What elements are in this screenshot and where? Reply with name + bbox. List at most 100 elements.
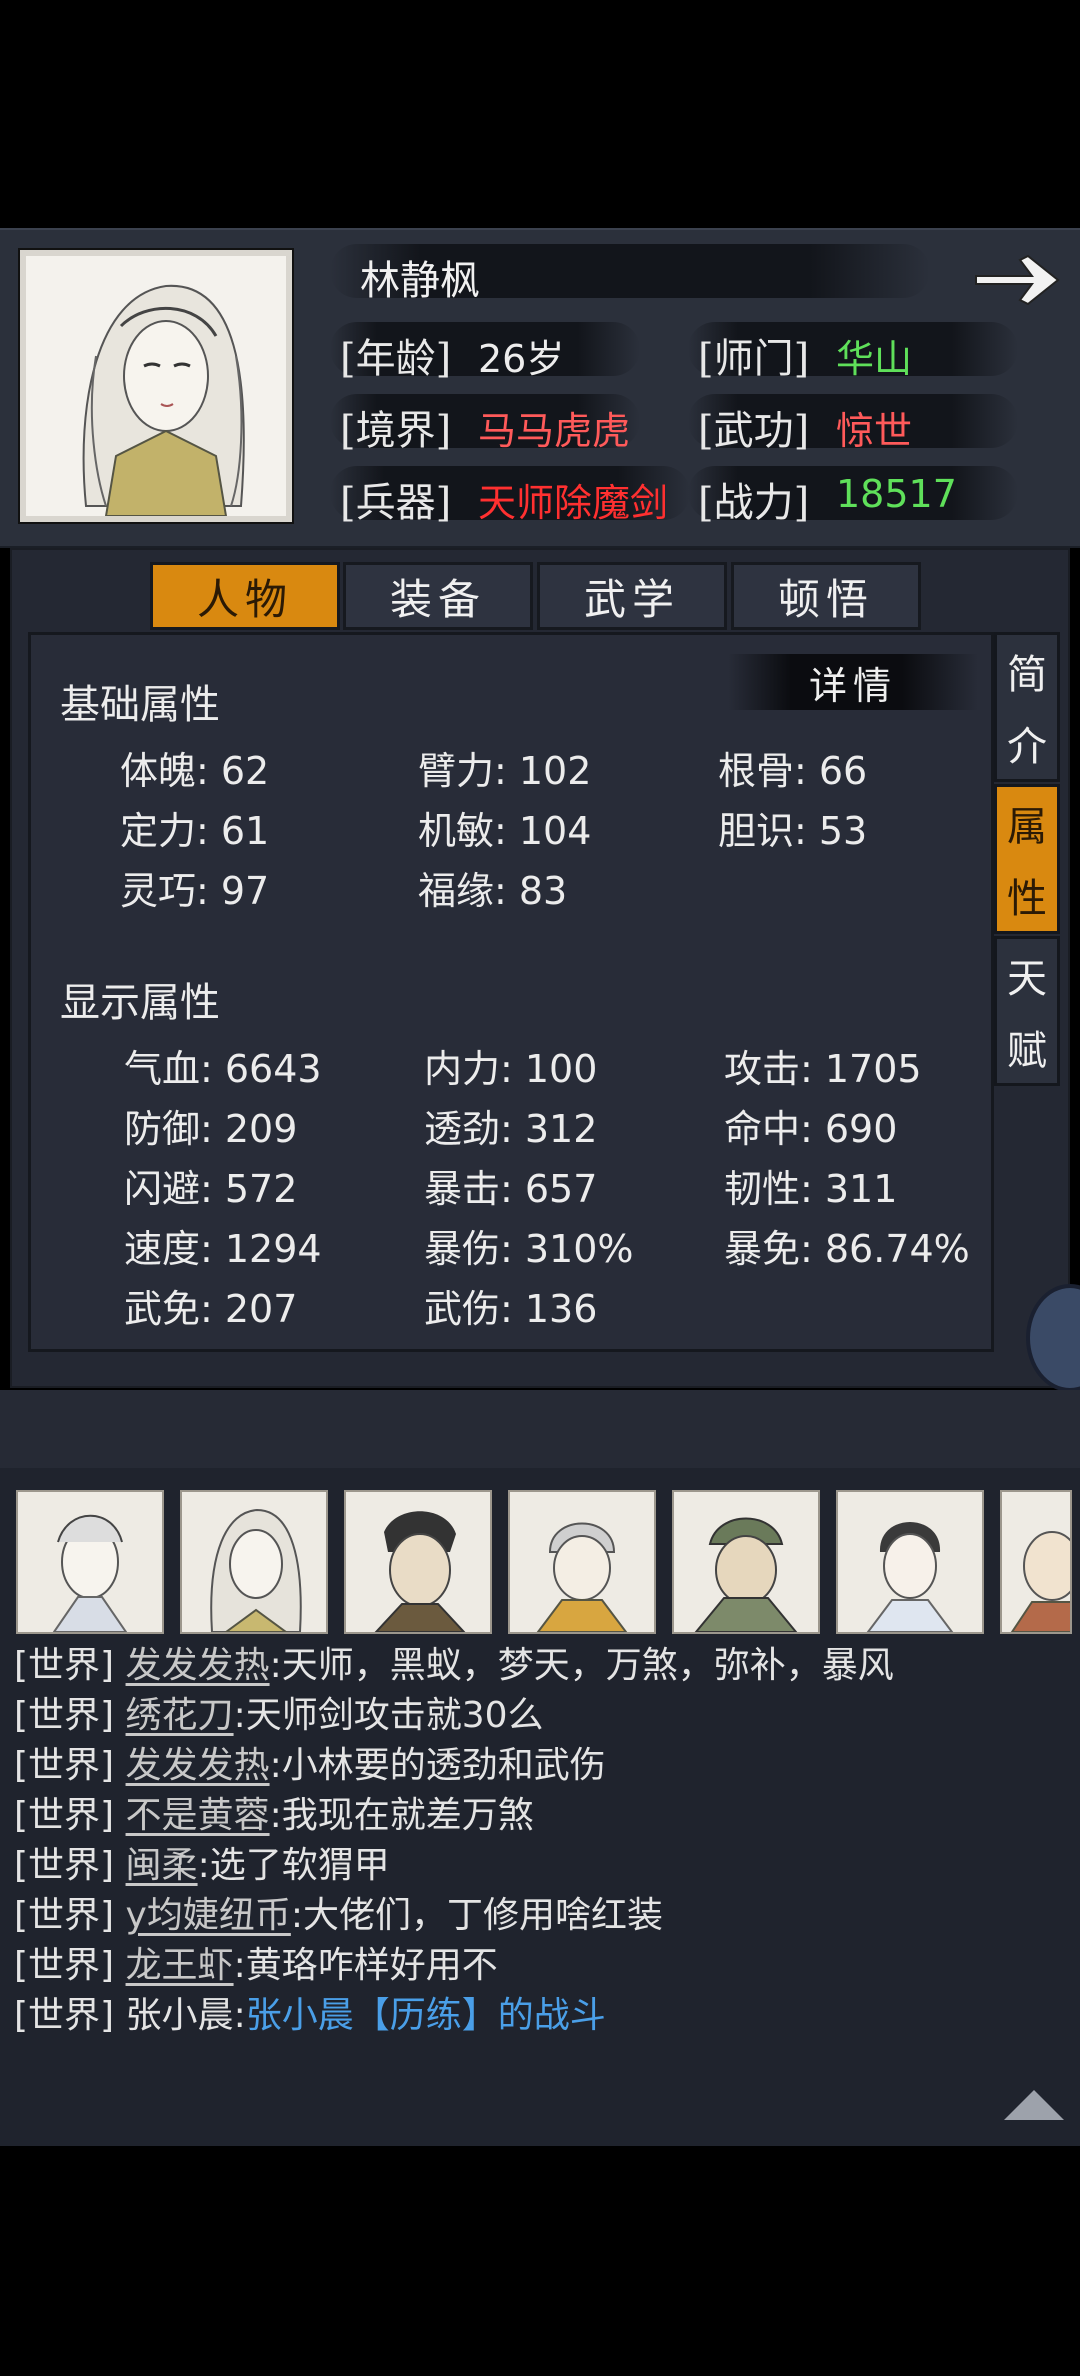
attr-value: 灵巧: 97: [120, 869, 270, 913]
sect-label: [师门]: [698, 336, 810, 382]
side-tab-intro[interactable]: 简 介: [994, 632, 1060, 782]
tab-character[interactable]: 人物: [150, 562, 340, 630]
attr-value: 暴击: 657: [424, 1167, 598, 1211]
team-avatar[interactable]: [344, 1490, 492, 1634]
weapon-label: [兵器]: [340, 480, 452, 526]
chat-message: [世界] 发发发热:小林要的透劲和武伤: [14, 1736, 606, 1788]
portrait-image-icon: [26, 256, 286, 517]
realm-value: 马马虎虎: [478, 409, 631, 453]
chat-username[interactable]: 闽柔: [126, 1845, 198, 1886]
chat-channel: [世界]: [14, 1645, 115, 1686]
chat-channel: [世界]: [14, 1945, 115, 1986]
attr-value: 防御: 209: [124, 1107, 298, 1151]
display-attributes-title: 显示属性: [60, 980, 220, 1026]
side-tab-talent[interactable]: 天 赋: [994, 936, 1060, 1086]
basic-attributes-title: 基础属性: [60, 682, 220, 728]
chat-username[interactable]: 龙王虾: [126, 1945, 234, 1986]
chat-text: :小林要的透劲和武伤: [269, 1745, 606, 1786]
attr-value: 福缘: 83: [418, 869, 568, 913]
attr-value: 透劲: 312: [424, 1107, 598, 1151]
tab-martial-arts[interactable]: 武学: [537, 562, 727, 630]
chat-message: [世界] y均婕纽币:大佬们，丁修用啥红装: [14, 1886, 663, 1938]
avatar-portrait-icon: [210, 1508, 302, 1632]
team-avatar[interactable]: [836, 1490, 984, 1634]
avatar-portrait-icon: [866, 1522, 954, 1632]
avatar-portrait-icon: [694, 1517, 798, 1632]
battle-link[interactable]: 张小晨【历练】的战斗: [246, 1995, 606, 2036]
chat-text: :黄珞咋样好用不: [233, 1945, 498, 1986]
chat-text: :我现在就差万煞: [269, 1795, 534, 1836]
attr-value: 根骨: 66: [718, 749, 868, 793]
chat-channel: [世界]: [14, 1845, 115, 1886]
side-tab-talent-char: 天: [1007, 956, 1047, 1002]
chat-message: [世界] 绣花刀:天师剑攻击就30么: [14, 1686, 544, 1738]
chat-username[interactable]: 不是黄蓉: [126, 1795, 270, 1836]
chat-username[interactable]: 绣花刀: [126, 1695, 234, 1736]
tab-equipment[interactable]: 装备: [343, 562, 533, 630]
collapse-chat-up-icon[interactable]: [1002, 2086, 1066, 2126]
side-tab-attributes[interactable]: 属 性: [994, 784, 1060, 934]
sect-value: 华山: [836, 337, 913, 381]
realm-label: [境界]: [340, 408, 452, 454]
weapon-value[interactable]: 天师除魔剑: [478, 472, 668, 527]
attr-value: 攻击: 1705: [724, 1047, 922, 1091]
chat-username[interactable]: 发发发热: [126, 1645, 270, 1686]
chat-text: :选了软猬甲: [197, 1845, 390, 1886]
attr-value: 速度: 1294: [124, 1227, 322, 1271]
side-tab-attributes-char: 性: [1007, 876, 1047, 922]
avatar-portrait-icon: [374, 1511, 466, 1632]
chat-message: [世界] 发发发热:天师，黑蚁，梦天，万煞，弥补，暴风: [14, 1636, 894, 1688]
attr-value: 胆识: 53: [718, 809, 868, 853]
attr-value: 定力: 61: [120, 809, 270, 853]
chat-username[interactable]: 张小晨: [126, 1995, 234, 2036]
avatar-portrait-icon: [536, 1522, 628, 1632]
chat-text: :天师，黑蚁，梦天，万煞，弥补，暴风: [269, 1645, 894, 1686]
chat-text: :大佬们，丁修用啥红装: [290, 1895, 663, 1936]
tab-enlightenment[interactable]: 顿悟: [731, 562, 921, 630]
character-portrait[interactable]: [20, 250, 292, 522]
martial-label: [武功]: [698, 408, 810, 454]
team-avatar[interactable]: [1000, 1490, 1072, 1634]
attr-value: 机敏: 104: [418, 809, 592, 853]
attr-value: 臂力: 102: [418, 749, 592, 793]
attr-value: 命中: 690: [724, 1107, 898, 1151]
side-tab-intro-char: 简: [1007, 652, 1047, 698]
details-button[interactable]: 详情: [728, 654, 978, 710]
attr-value: 韧性: 311: [724, 1167, 898, 1211]
team-avatar[interactable]: [508, 1490, 656, 1634]
side-tab-intro-char: 介: [1007, 724, 1047, 770]
chat-text: :天师剑攻击就30么: [233, 1695, 544, 1736]
avatar-portrait-icon: [52, 1514, 128, 1632]
attr-value: 内力: 100: [424, 1047, 598, 1091]
attr-value: 暴伤: 310%: [424, 1227, 634, 1271]
attr-value: 闪避: 572: [124, 1167, 298, 1211]
team-avatar[interactable]: [672, 1490, 820, 1634]
side-tab-talent-char: 赋: [1007, 1028, 1047, 1074]
chat-channel: [世界]: [14, 1995, 115, 2036]
chat-channel: [世界]: [14, 1895, 115, 1936]
attr-value: 体魄: 62: [120, 749, 270, 793]
chat-channel: [世界]: [14, 1695, 115, 1736]
chat-channel: [世界]: [14, 1745, 115, 1786]
team-avatar[interactable]: [16, 1490, 164, 1634]
chat-separator: :: [233, 1995, 246, 2036]
attr-value: 气血: 6643: [124, 1047, 322, 1091]
attr-value: 武伤: 136: [424, 1287, 598, 1331]
chat-username[interactable]: 发发发热: [126, 1745, 270, 1786]
chat-channel: [世界]: [14, 1795, 115, 1836]
age-label: [年龄]: [340, 336, 452, 382]
chat-username[interactable]: y均婕纽币: [126, 1895, 291, 1936]
attr-value: 暴免: 86.74%: [724, 1227, 970, 1271]
avatar-portrait-icon: [1010, 1531, 1070, 1632]
next-character-arrow-icon[interactable]: [972, 250, 1062, 310]
age-value: 26岁: [478, 337, 565, 381]
attr-value: 武免: 207: [124, 1287, 298, 1331]
team-avatar[interactable]: [180, 1490, 328, 1634]
character-name: 林静枫: [360, 258, 480, 304]
power-value: 18517: [836, 472, 957, 516]
chat-message: [世界] 张小晨:张小晨【历练】的战斗: [14, 1986, 606, 2038]
side-tab-attributes-char: 属: [1007, 804, 1047, 850]
martial-value: 惊世: [836, 409, 913, 453]
chat-message: [世界] 闽柔:选了软猬甲: [14, 1836, 390, 1888]
power-label: [战力]: [698, 480, 810, 526]
